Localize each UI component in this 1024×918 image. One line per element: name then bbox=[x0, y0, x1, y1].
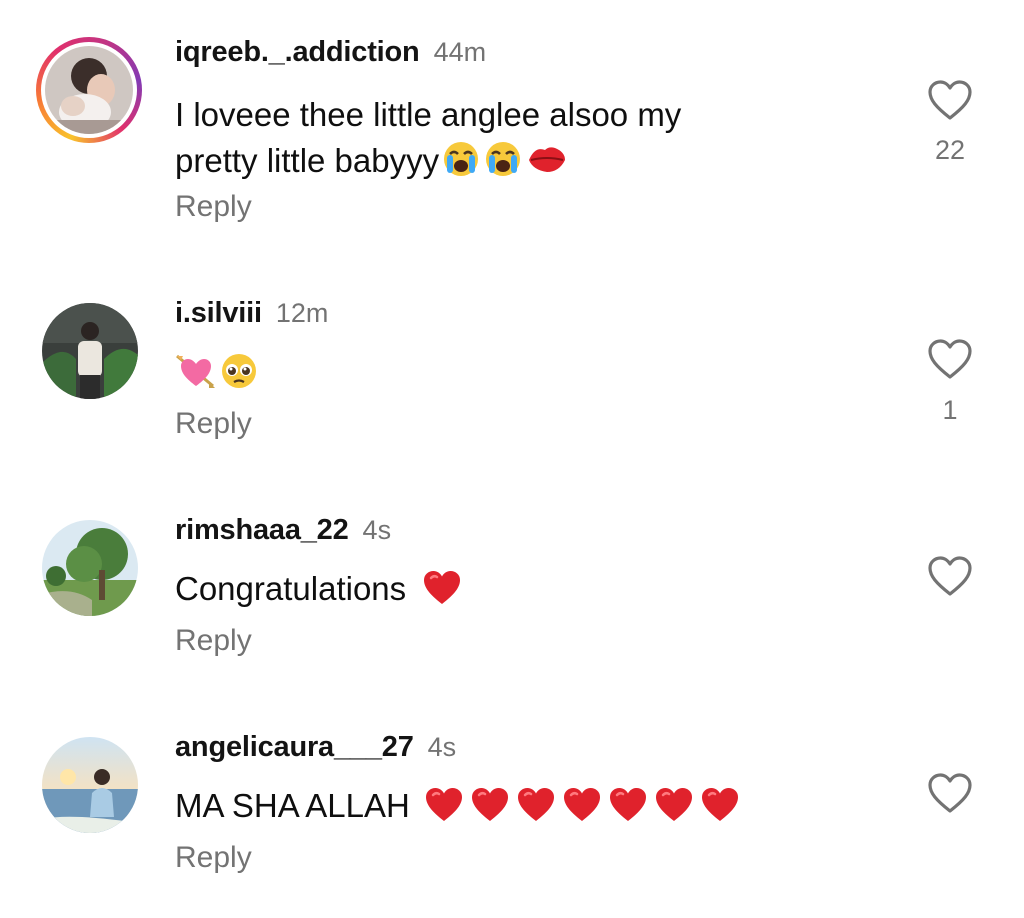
heart-with-arrow-icon bbox=[175, 352, 217, 402]
reply-button[interactable]: Reply bbox=[175, 624, 252, 658]
loudly-crying-face-icon bbox=[483, 140, 523, 190]
comment-text-line: I loveee thee little anglee alsoo my bbox=[175, 96, 682, 133]
heart-outline-icon bbox=[928, 556, 972, 596]
heart-row bbox=[423, 787, 741, 824]
heart-outline-icon bbox=[928, 80, 972, 120]
pleading-face-icon bbox=[219, 352, 259, 402]
red-heart-icon bbox=[515, 785, 557, 835]
username[interactable]: angelicaura___27 bbox=[175, 731, 414, 764]
comment-text: Congratulations bbox=[175, 566, 875, 618]
username[interactable]: iqreeb._.addiction bbox=[175, 36, 420, 69]
reply-button[interactable]: Reply bbox=[175, 407, 252, 441]
like-button[interactable] bbox=[926, 771, 974, 815]
red-heart-icon bbox=[469, 785, 511, 835]
heart-outline-icon bbox=[928, 773, 972, 813]
red-heart-icon bbox=[607, 785, 649, 835]
comment-text: MA SHA ALLAH bbox=[175, 783, 875, 835]
avatar-photo bbox=[45, 46, 133, 134]
username[interactable]: i.silviii bbox=[175, 297, 262, 330]
red-heart-icon bbox=[653, 785, 695, 835]
comment-header: iqreeb._.addiction 44m bbox=[175, 36, 486, 76]
comment-text-fragment: MA SHA ALLAH bbox=[175, 787, 410, 824]
timestamp: 12m bbox=[275, 298, 329, 328]
comment-header: rimshaaa_22 4s bbox=[175, 514, 391, 554]
like-button[interactable] bbox=[926, 554, 974, 598]
comment-text-fragment: Congratulations bbox=[175, 570, 407, 607]
comment-header: angelicaura___27 4s bbox=[175, 731, 456, 771]
avatar-story-ring[interactable] bbox=[36, 37, 142, 143]
loudly-crying-face-icon bbox=[441, 140, 481, 190]
red-heart-icon bbox=[699, 785, 741, 835]
username[interactable]: rimshaaa_22 bbox=[175, 514, 349, 547]
red-heart-icon bbox=[561, 785, 603, 835]
comment-text: I loveee thee little anglee alsoo my pre… bbox=[175, 92, 875, 190]
kiss-mark-icon bbox=[525, 140, 569, 190]
avatar[interactable] bbox=[42, 737, 138, 833]
avatar[interactable] bbox=[42, 520, 138, 616]
like-count: 22 bbox=[934, 135, 966, 165]
comment-header: i.silviii 12m bbox=[175, 297, 328, 337]
like-button[interactable] bbox=[926, 337, 974, 381]
like-count: 1 bbox=[942, 395, 958, 425]
timestamp: 4s bbox=[427, 732, 457, 762]
avatar-inner bbox=[41, 42, 137, 138]
heart-outline-icon bbox=[928, 339, 972, 379]
comment-text bbox=[175, 350, 875, 402]
red-heart-icon bbox=[421, 568, 463, 618]
timestamp: 44m bbox=[433, 37, 487, 67]
reply-button[interactable]: Reply bbox=[175, 841, 252, 875]
timestamp: 4s bbox=[362, 515, 392, 545]
comment-text-line-2: pretty little babyyy bbox=[175, 138, 875, 190]
comment-text-fragment: pretty little babyyy bbox=[175, 142, 440, 179]
like-button[interactable] bbox=[926, 78, 974, 122]
reply-button[interactable]: Reply bbox=[175, 190, 252, 224]
red-heart-icon bbox=[423, 785, 465, 835]
avatar[interactable] bbox=[42, 303, 138, 399]
